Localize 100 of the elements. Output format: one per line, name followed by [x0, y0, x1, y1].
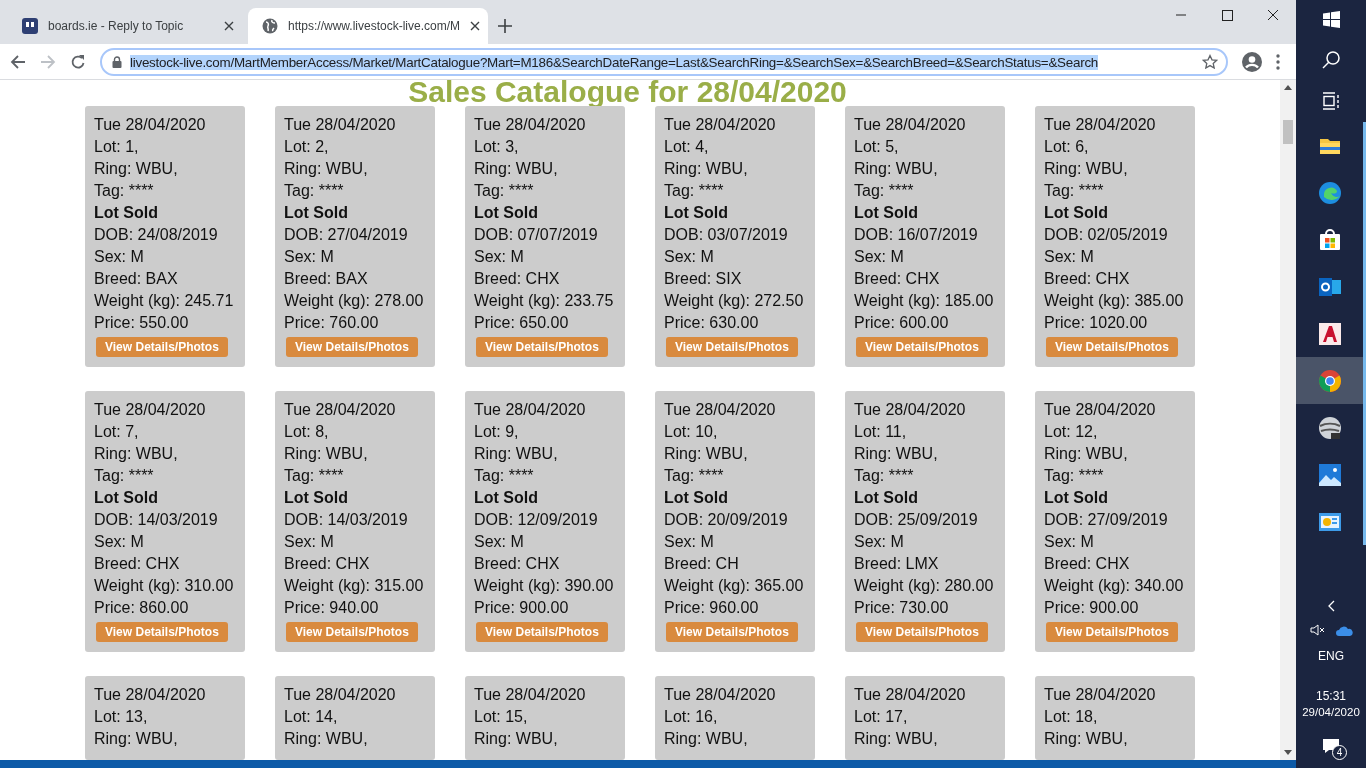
ring-label: Ring: WBU,	[1044, 159, 1128, 179]
breed-label: Breed: CH	[664, 554, 739, 574]
ring-label: Ring: WBU,	[664, 159, 748, 179]
tag-label: Tag: ****	[474, 466, 534, 486]
scroll-down-icon[interactable]	[1284, 750, 1292, 756]
birth-date: DOB: 16/07/2019	[854, 225, 978, 245]
birth-date: DOB: 20/09/2019	[664, 510, 788, 530]
sale-date: Tue 28/04/2020	[1044, 115, 1156, 135]
view-details-button[interactable]: View Details/Photos	[666, 337, 798, 357]
back-arrow-icon[interactable]	[10, 53, 26, 70]
view-details-button[interactable]: View Details/Photos	[96, 337, 228, 357]
price-label: Price: 550.00	[94, 313, 189, 333]
tag-label: Tag: ****	[474, 181, 534, 201]
breed-label: Breed: CHX	[474, 269, 560, 289]
address-bar[interactable]: livestock-live.com/MartMemberAccess/Market/MartCatalogue?Mart=M186&SearchDateRange=Last&SearchRing=&SearchSex=&SearchBreed=&SearchStatus=&Search	[100, 47, 1228, 76]
lot-number: Lot: 1,	[94, 137, 139, 157]
windows-logo-icon[interactable]	[1322, 11, 1340, 28]
sale-date: Tue 28/04/2020	[94, 685, 206, 705]
reload-icon[interactable]	[70, 53, 86, 70]
breed-label: Breed: CHX	[94, 554, 180, 574]
lot-number: Lot: 16,	[664, 707, 718, 727]
browser-tab[interactable]: boards.ie - Reply to Topic	[8, 8, 248, 44]
lot-number: Lot: 17,	[854, 707, 908, 727]
shopping-bag-icon	[1317, 227, 1342, 252]
browser-icon	[1317, 368, 1342, 393]
lot-number: Lot: 10,	[664, 422, 718, 442]
lot-status: Lot Sold	[284, 488, 348, 508]
sex-label: Sex: M	[1044, 532, 1094, 552]
view-details-button[interactable]: View Details/Photos	[856, 622, 988, 642]
new-tab-icon[interactable]	[498, 19, 512, 33]
weight-label: Weight (kg): 233.75	[474, 291, 614, 311]
ring-label: Ring: WBU,	[94, 729, 178, 749]
muted-speaker-icon[interactable]	[1309, 624, 1326, 636]
scroll-up-icon[interactable]	[1284, 84, 1292, 90]
lot-status: Lot Sold	[1044, 488, 1108, 508]
sale-date: Tue 28/04/2020	[854, 685, 966, 705]
cloud-icon[interactable]	[1335, 624, 1353, 636]
view-details-button[interactable]: View Details/Photos	[96, 622, 228, 642]
sale-date: Tue 28/04/2020	[474, 400, 586, 420]
birth-date: DOB: 14/03/2019	[284, 510, 408, 530]
birth-date: DOB: 24/08/2019	[94, 225, 218, 245]
star-icon[interactable]	[1202, 53, 1218, 70]
ring-label: Ring: WBU,	[94, 159, 178, 179]
letter-tile-icon	[1317, 321, 1342, 346]
weight-label: Weight (kg): 280.00	[854, 576, 994, 596]
breed-label: Breed: LMX	[854, 554, 939, 574]
globe-icon	[1317, 415, 1342, 440]
view-details-button[interactable]: View Details/Photos	[286, 337, 418, 357]
clock-date[interactable]: 29/04/2020	[1302, 704, 1360, 720]
url-text: livestock-live.com/MartMemberAccess/Market/MartCatalogue?Mart=M186&SearchDateRange=Last&SearchRing=&SearchSex=&SearchBreed=&SearchStatus=&Search	[130, 54, 1099, 70]
birth-date: DOB: 14/03/2019	[94, 510, 218, 530]
weight-label: Weight (kg): 185.00	[854, 291, 994, 311]
browser-tab[interactable]: https://www.livestock-live.com/M	[248, 8, 488, 44]
lot-status: Lot Sold	[94, 203, 158, 223]
sale-date: Tue 28/04/2020	[94, 400, 206, 420]
price-label: Price: 600.00	[854, 313, 949, 333]
view-details-button[interactable]: View Details/Photos	[666, 622, 798, 642]
lot-status: Lot Sold	[94, 488, 158, 508]
view-details-button[interactable]: View Details/Photos	[1046, 622, 1178, 642]
view-details-button[interactable]: View Details/Photos	[476, 622, 608, 642]
sex-label: Sex: M	[94, 247, 144, 267]
sex-label: Sex: M	[1044, 247, 1094, 267]
lot-number: Lot: 12,	[1044, 422, 1098, 442]
weight-label: Weight (kg): 390.00	[474, 576, 614, 596]
view-details-button[interactable]: View Details/Photos	[1046, 337, 1178, 357]
sex-label: Sex: M	[284, 532, 334, 552]
language-indicator[interactable]: ENG	[1318, 648, 1344, 664]
close-icon[interactable]	[224, 21, 234, 31]
scrollbar-thumb[interactable]	[1283, 120, 1293, 144]
breed-label: Breed: CHX	[854, 269, 940, 289]
lot-status: Lot Sold	[474, 488, 538, 508]
view-details-button[interactable]: View Details/Photos	[476, 337, 608, 357]
sex-label: Sex: M	[284, 247, 334, 267]
tag-label: Tag: ****	[284, 181, 344, 201]
sale-date: Tue 28/04/2020	[284, 685, 396, 705]
lot-number: Lot: 13,	[94, 707, 148, 727]
account-icon[interactable]	[1242, 51, 1262, 72]
birth-date: DOB: 25/09/2019	[854, 510, 978, 530]
price-label: Price: 940.00	[284, 598, 379, 618]
task-view-icon[interactable]	[1322, 92, 1340, 110]
birth-date: DOB: 02/05/2019	[1044, 225, 1168, 245]
tag-label: Tag: ****	[854, 466, 914, 486]
breed-label: Breed: BAX	[94, 269, 178, 289]
clock-time[interactable]: 15:31	[1316, 688, 1346, 704]
view-details-button[interactable]: View Details/Photos	[286, 622, 418, 642]
close-icon[interactable]	[470, 21, 481, 31]
lot-number: Lot: 6,	[1044, 137, 1089, 157]
weight-label: Weight (kg): 245.71	[94, 291, 234, 311]
view-details-button[interactable]: View Details/Photos	[856, 337, 988, 357]
price-label: Price: 760.00	[284, 313, 379, 333]
scrollbar[interactable]	[1280, 80, 1296, 760]
more-menu-icon[interactable]	[1276, 53, 1280, 70]
chevron-icon[interactable]	[1327, 600, 1335, 612]
search-icon[interactable]	[1322, 51, 1340, 69]
sex-label: Sex: M	[664, 532, 714, 552]
ring-label: Ring: WBU,	[664, 729, 748, 749]
sex-label: Sex: M	[854, 247, 904, 267]
globe-icon	[262, 18, 278, 34]
lot-number: Lot: 2,	[284, 137, 329, 157]
price-label: Price: 860.00	[94, 598, 189, 618]
